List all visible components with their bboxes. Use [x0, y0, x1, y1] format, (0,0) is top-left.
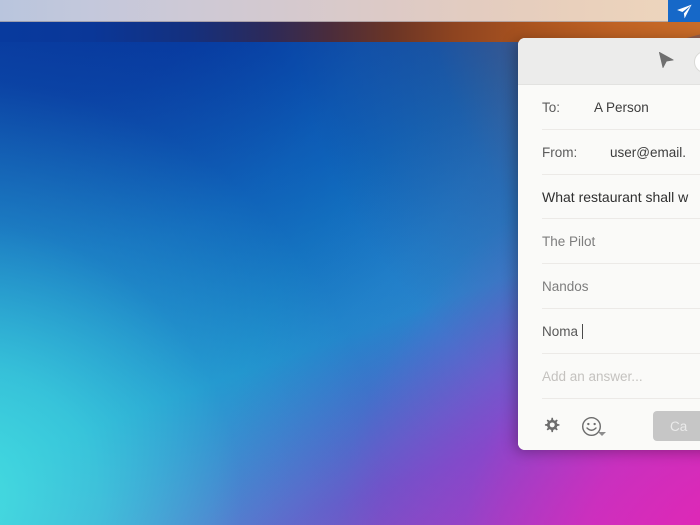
gear-icon[interactable] — [540, 415, 562, 437]
field-label-to: To: — [542, 100, 561, 115]
field-row-from[interactable]: From: user@email. — [518, 130, 700, 175]
smiley-face-icon[interactable] — [576, 415, 606, 437]
header-pill-button[interactable] — [694, 51, 700, 73]
popup-footer: Ca — [518, 399, 700, 450]
text-caret — [582, 324, 584, 339]
poll-question-text: What restaurant shall w — [542, 189, 689, 205]
poll-question-row[interactable]: What restaurant shall w — [518, 175, 700, 219]
top-light-band — [0, 0, 700, 22]
field-value-to: A Person — [594, 100, 649, 115]
primary-action-button[interactable]: Ca — [653, 411, 700, 441]
poll-answer-text: The Pilot — [542, 234, 596, 249]
poll-answer-row[interactable]: The Pilot — [518, 219, 700, 264]
field-value-from: user@email. — [610, 145, 686, 160]
screen: To: A Person From: user@email. What rest… — [0, 0, 700, 525]
chevron-down-icon[interactable] — [598, 432, 606, 436]
add-answer-placeholder: Add an answer... — [542, 369, 643, 384]
poll-answer-row-active[interactable]: Noma — [518, 309, 700, 354]
field-label-from: From: — [542, 145, 578, 160]
send-cursor-icon[interactable] — [668, 0, 700, 22]
poll-answer-text: Nandos — [542, 279, 589, 294]
field-row-to[interactable]: To: A Person — [518, 85, 700, 130]
add-answer-row[interactable]: Add an answer... — [518, 354, 700, 399]
compose-poll-popup: To: A Person From: user@email. What rest… — [518, 38, 700, 450]
pointer-arrow-icon — [656, 50, 678, 72]
poll-answer-text-active: Noma — [542, 324, 579, 339]
poll-answer-row[interactable]: Nandos — [518, 264, 700, 309]
popup-header — [518, 38, 700, 85]
